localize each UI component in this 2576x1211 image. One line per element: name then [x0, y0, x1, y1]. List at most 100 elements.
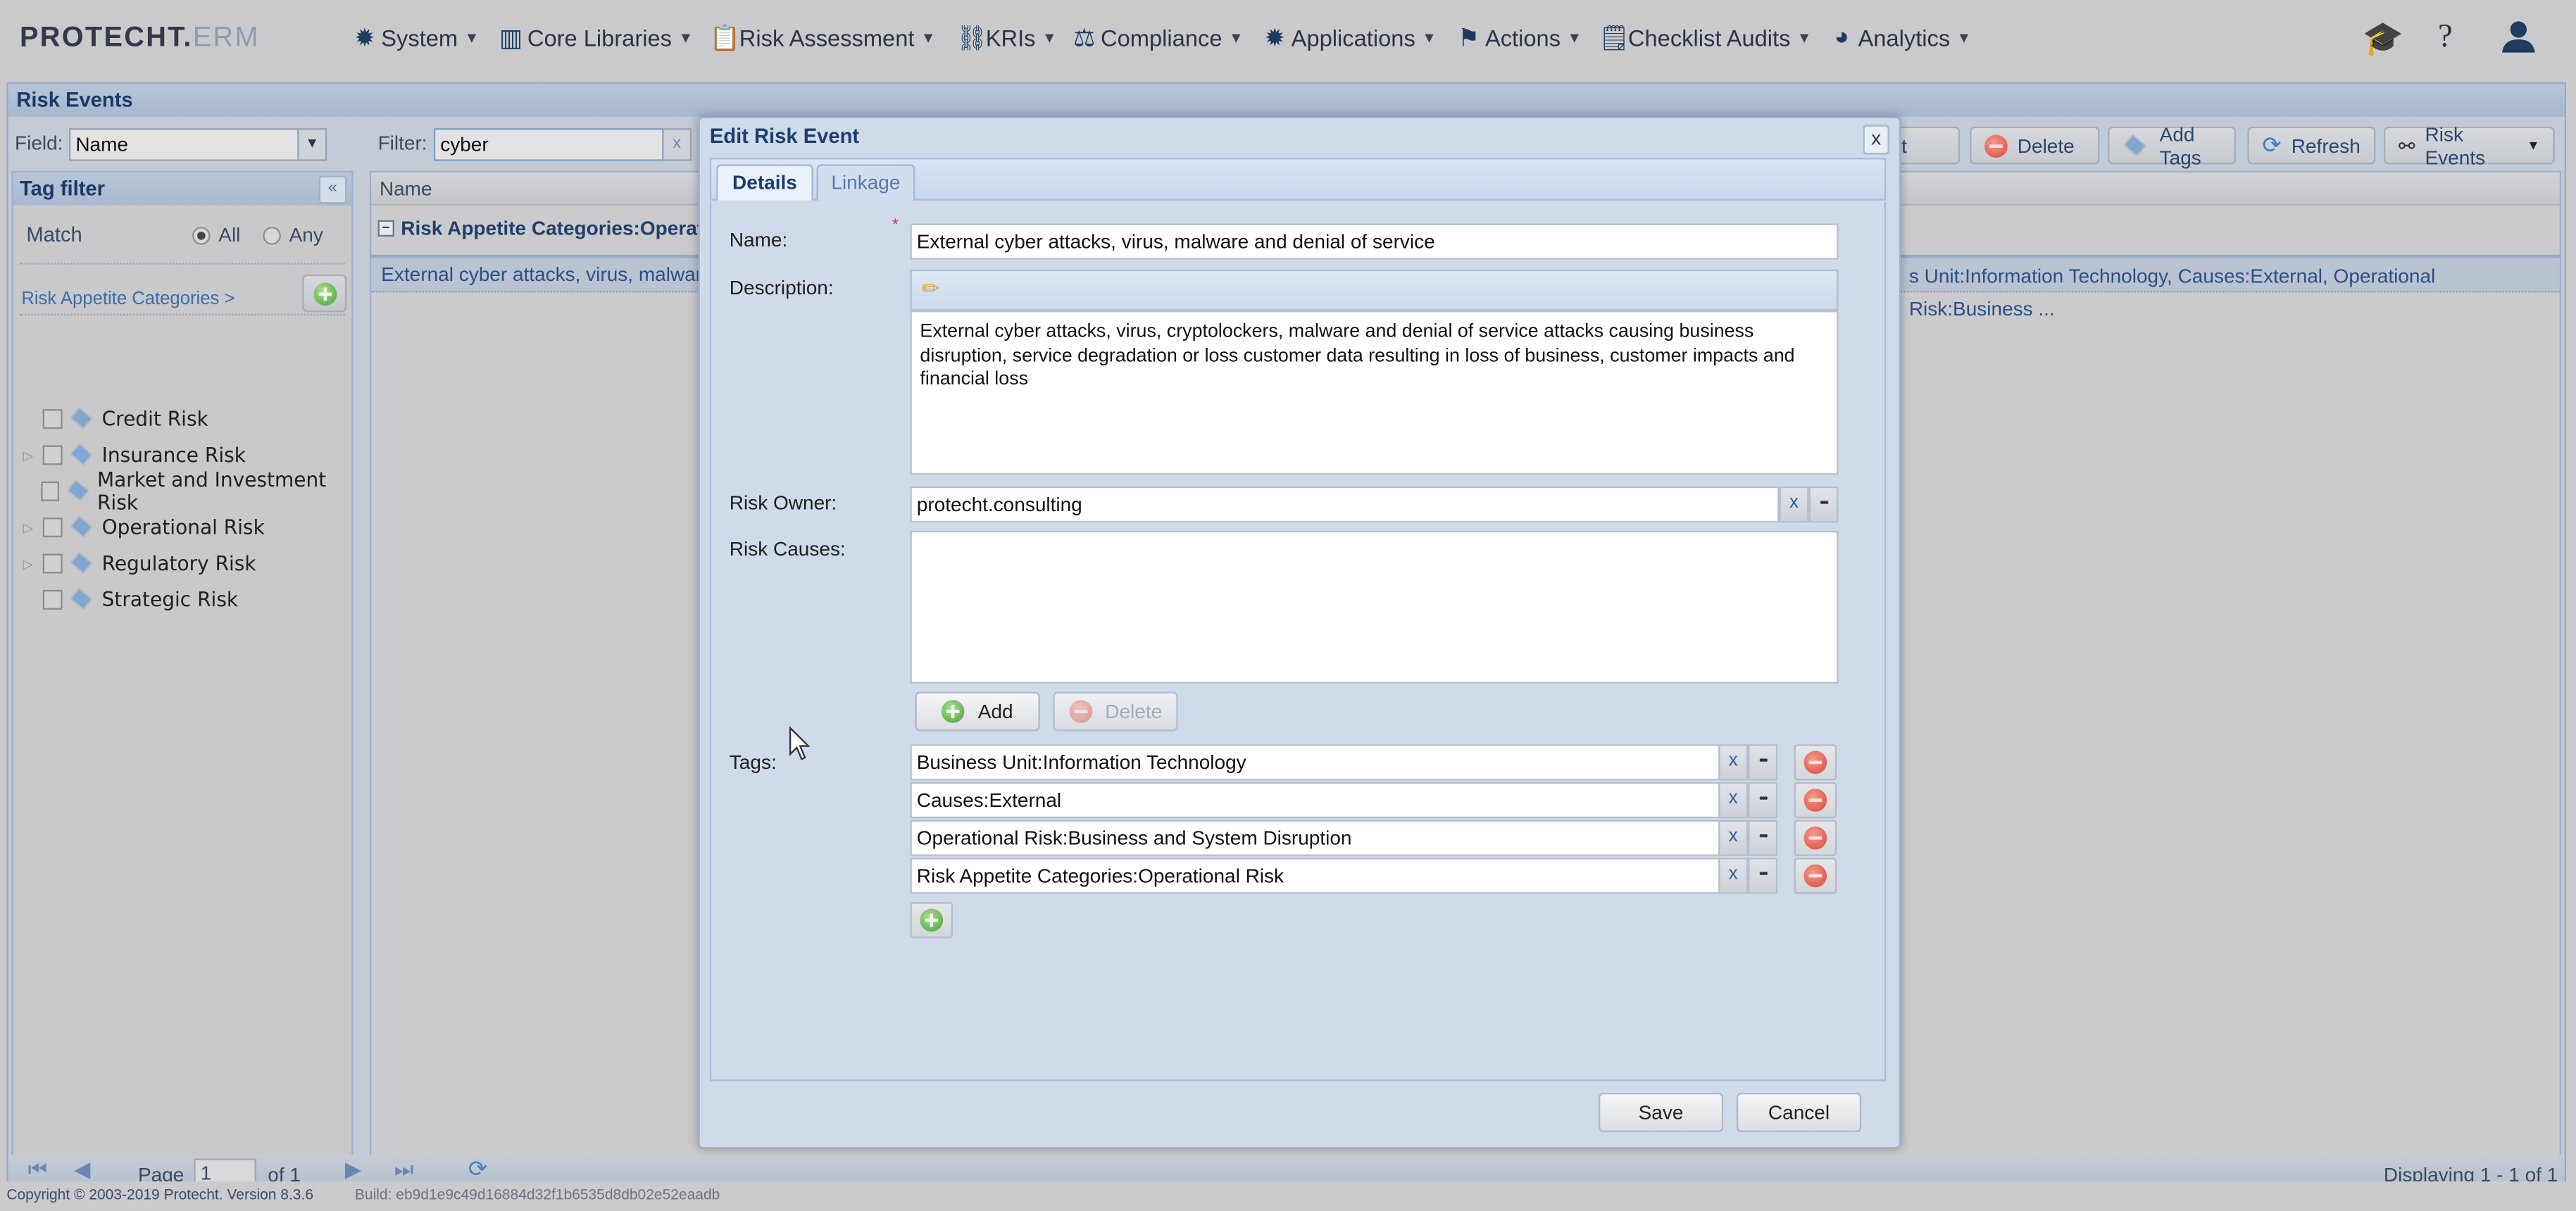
match-any-radio[interactable] [263, 225, 281, 244]
tab-linkage[interactable]: Linkage [816, 164, 915, 201]
filter-clear-button[interactable]: x [662, 128, 692, 161]
last-page-icon[interactable]: ⏭ [394, 1157, 413, 1183]
tag-field[interactable]: Business Unit:Information Technology [910, 744, 1720, 781]
tree-item-market-and-investment-risk[interactable]: Market and Investment Risk [23, 468, 352, 514]
grid-group-header[interactable]: − Risk Appetite Categories:Operat [377, 217, 704, 240]
tag-breadcrumb[interactable]: Risk Appetite Categories > [21, 289, 235, 309]
next-page-icon[interactable]: ▶ [345, 1157, 361, 1183]
risk-owner-label: Risk Owner: [729, 491, 837, 515]
tag-field[interactable]: Risk Appetite Categories:Operational Ris… [910, 858, 1720, 894]
filter-input[interactable]: cyber [433, 128, 664, 161]
tree-item-strategic-risk[interactable]: Strategic Risk [23, 583, 238, 616]
tree-item-regulatory-risk[interactable]: ▷ Regulatory Risk [23, 547, 256, 580]
delete-label: Delete [1105, 700, 1163, 723]
add-tags-button[interactable]: Add Tags [2108, 123, 2237, 168]
page-number-input[interactable]: 1 [194, 1158, 256, 1184]
add-cause-button[interactable]: Add [915, 691, 1040, 732]
save-button[interactable]: Save [1598, 1092, 1724, 1132]
delete-button[interactable]: Delete [1970, 126, 2100, 165]
tag-browse-button[interactable]: ••• [1748, 858, 1778, 894]
graduation-cap-icon[interactable]: 🎓 [2363, 18, 2403, 59]
nav-actions[interactable]: ⚑ Actions ▼ [1456, 23, 1582, 53]
nav-checklist-audits[interactable]: 🗒 Checklist Audits ▼ [1599, 23, 1812, 53]
checkbox[interactable] [42, 517, 63, 538]
nav-system[interactable]: ✹ System ▼ [351, 23, 479, 53]
nav-analytics[interactable]: ◕ Analytics ▼ [1829, 23, 1972, 51]
pencil-icon[interactable]: ✏ [922, 276, 939, 302]
tree-item-insurance-risk[interactable]: ▷ Insurance Risk [23, 439, 246, 472]
tag-field[interactable]: Operational Risk:Business and System Dis… [910, 820, 1720, 856]
risk-owner-input[interactable]: protecht.consulting [910, 486, 1780, 523]
description-textarea[interactable]: External cyber attacks, virus, cryptoloc… [910, 310, 1839, 475]
checkbox[interactable] [42, 589, 63, 610]
tag-filter-panel: Tag filter « Match All Any Risk Appetite… [11, 170, 354, 1160]
nav-label: Checklist Audits [1627, 25, 1791, 51]
tag-browse-button[interactable]: ••• [1748, 744, 1778, 781]
tag-filter-title: Tag filter [13, 172, 352, 206]
delete-cause-button[interactable]: Delete [1053, 691, 1178, 732]
match-all-radio[interactable] [192, 225, 211, 244]
tag-clear-button[interactable]: x [1718, 744, 1749, 781]
risk-owner-clear-button[interactable]: x [1779, 486, 1809, 523]
first-page-icon[interactable]: ⏮ [28, 1157, 47, 1183]
remove-tag-button[interactable] [1794, 744, 1837, 781]
risk-owner-browse-button[interactable]: ••• [1808, 486, 1839, 523]
name-input[interactable]: External cyber attacks, virus, malware a… [910, 223, 1839, 260]
refresh-icon[interactable]: ⟳ [468, 1155, 487, 1184]
tree-item-operational-risk[interactable]: ▷ Operational Risk [23, 511, 265, 544]
add-tag-category-button[interactable] [302, 274, 347, 313]
match-all-option[interactable]: All [192, 223, 240, 246]
close-button[interactable]: x [1863, 125, 1889, 155]
cancel-button[interactable]: Cancel [1736, 1092, 1862, 1132]
checkbox[interactable] [42, 445, 63, 465]
caret-down-icon: ▼ [678, 30, 694, 46]
tag-clear-button[interactable]: x [1718, 782, 1749, 819]
nav-applications[interactable]: ✹ Applications ▼ [1262, 23, 1437, 53]
expand-arrow-icon[interactable]: ▷ [23, 520, 43, 535]
tag-field[interactable]: Causes:External [910, 782, 1720, 819]
collapse-group-icon[interactable]: − [377, 220, 394, 237]
remove-tag-button[interactable] [1794, 858, 1837, 894]
refresh-button[interactable]: ⟳ Refresh [2247, 126, 2376, 165]
help-icon[interactable]: ? [2438, 18, 2453, 56]
logo-suffix: ERM [192, 21, 260, 53]
close-icon: x [1871, 126, 1882, 150]
user-icon[interactable] [2501, 18, 2537, 64]
tag-browse-button[interactable]: ••• [1748, 820, 1778, 856]
tag-clear-button[interactable]: x [1718, 858, 1749, 894]
collapse-panel-button[interactable]: « [318, 175, 347, 204]
checkbox[interactable] [42, 553, 63, 574]
tab-details[interactable]: Details [716, 164, 813, 201]
nav-risk-assessment[interactable]: 📋 Risk Assessment ▼ [710, 23, 936, 53]
remove-tag-button[interactable] [1794, 820, 1837, 856]
previous-page-icon[interactable]: ◀ [74, 1157, 90, 1183]
expand-arrow-icon[interactable]: ▷ [23, 448, 43, 463]
tag-icon [69, 553, 92, 573]
tag-browse-button[interactable]: ••• [1748, 782, 1778, 819]
expand-arrow-icon[interactable]: ▷ [23, 556, 43, 571]
clear-icon: x [1728, 751, 1738, 771]
caret-down-icon: ▼ [2527, 138, 2540, 153]
match-any-option[interactable]: Any [263, 223, 323, 246]
protecht-logo[interactable]: PROTECHT.ERM [20, 21, 260, 54]
risk-causes-list[interactable] [910, 530, 1839, 684]
checkbox[interactable] [41, 481, 60, 501]
add-icon [313, 282, 337, 305]
checkbox[interactable] [42, 409, 63, 429]
field-dropdown-trigger[interactable]: ▾ [297, 128, 327, 161]
field-select[interactable]: Name [68, 128, 299, 161]
remove-tag-button[interactable] [1794, 782, 1837, 819]
nav-kris[interactable]: ⛓ KRIs ▼ [956, 23, 1057, 53]
nav-compliance[interactable]: ⚖ Compliance ▼ [1071, 23, 1244, 53]
tree-item-credit-risk[interactable]: Credit Risk [23, 403, 208, 436]
caret-down-icon: ▼ [1956, 28, 1972, 46]
risk-events-menu-button[interactable]: ⚯ Risk Events ▼ [2384, 123, 2555, 168]
row-name-cell: External cyber attacks, virus, malware a [381, 263, 730, 287]
nav-label: Core Libraries [527, 25, 673, 51]
group-label: Risk Appetite Categories:Operat [401, 217, 704, 240]
tree-item-label: Credit Risk [101, 407, 208, 431]
tag-clear-button[interactable]: x [1718, 820, 1749, 856]
add-tag-button[interactable] [910, 902, 954, 939]
nav-core-libraries[interactable]: ▥ Core Libraries ▼ [498, 23, 693, 53]
nav-label: System [381, 25, 458, 51]
